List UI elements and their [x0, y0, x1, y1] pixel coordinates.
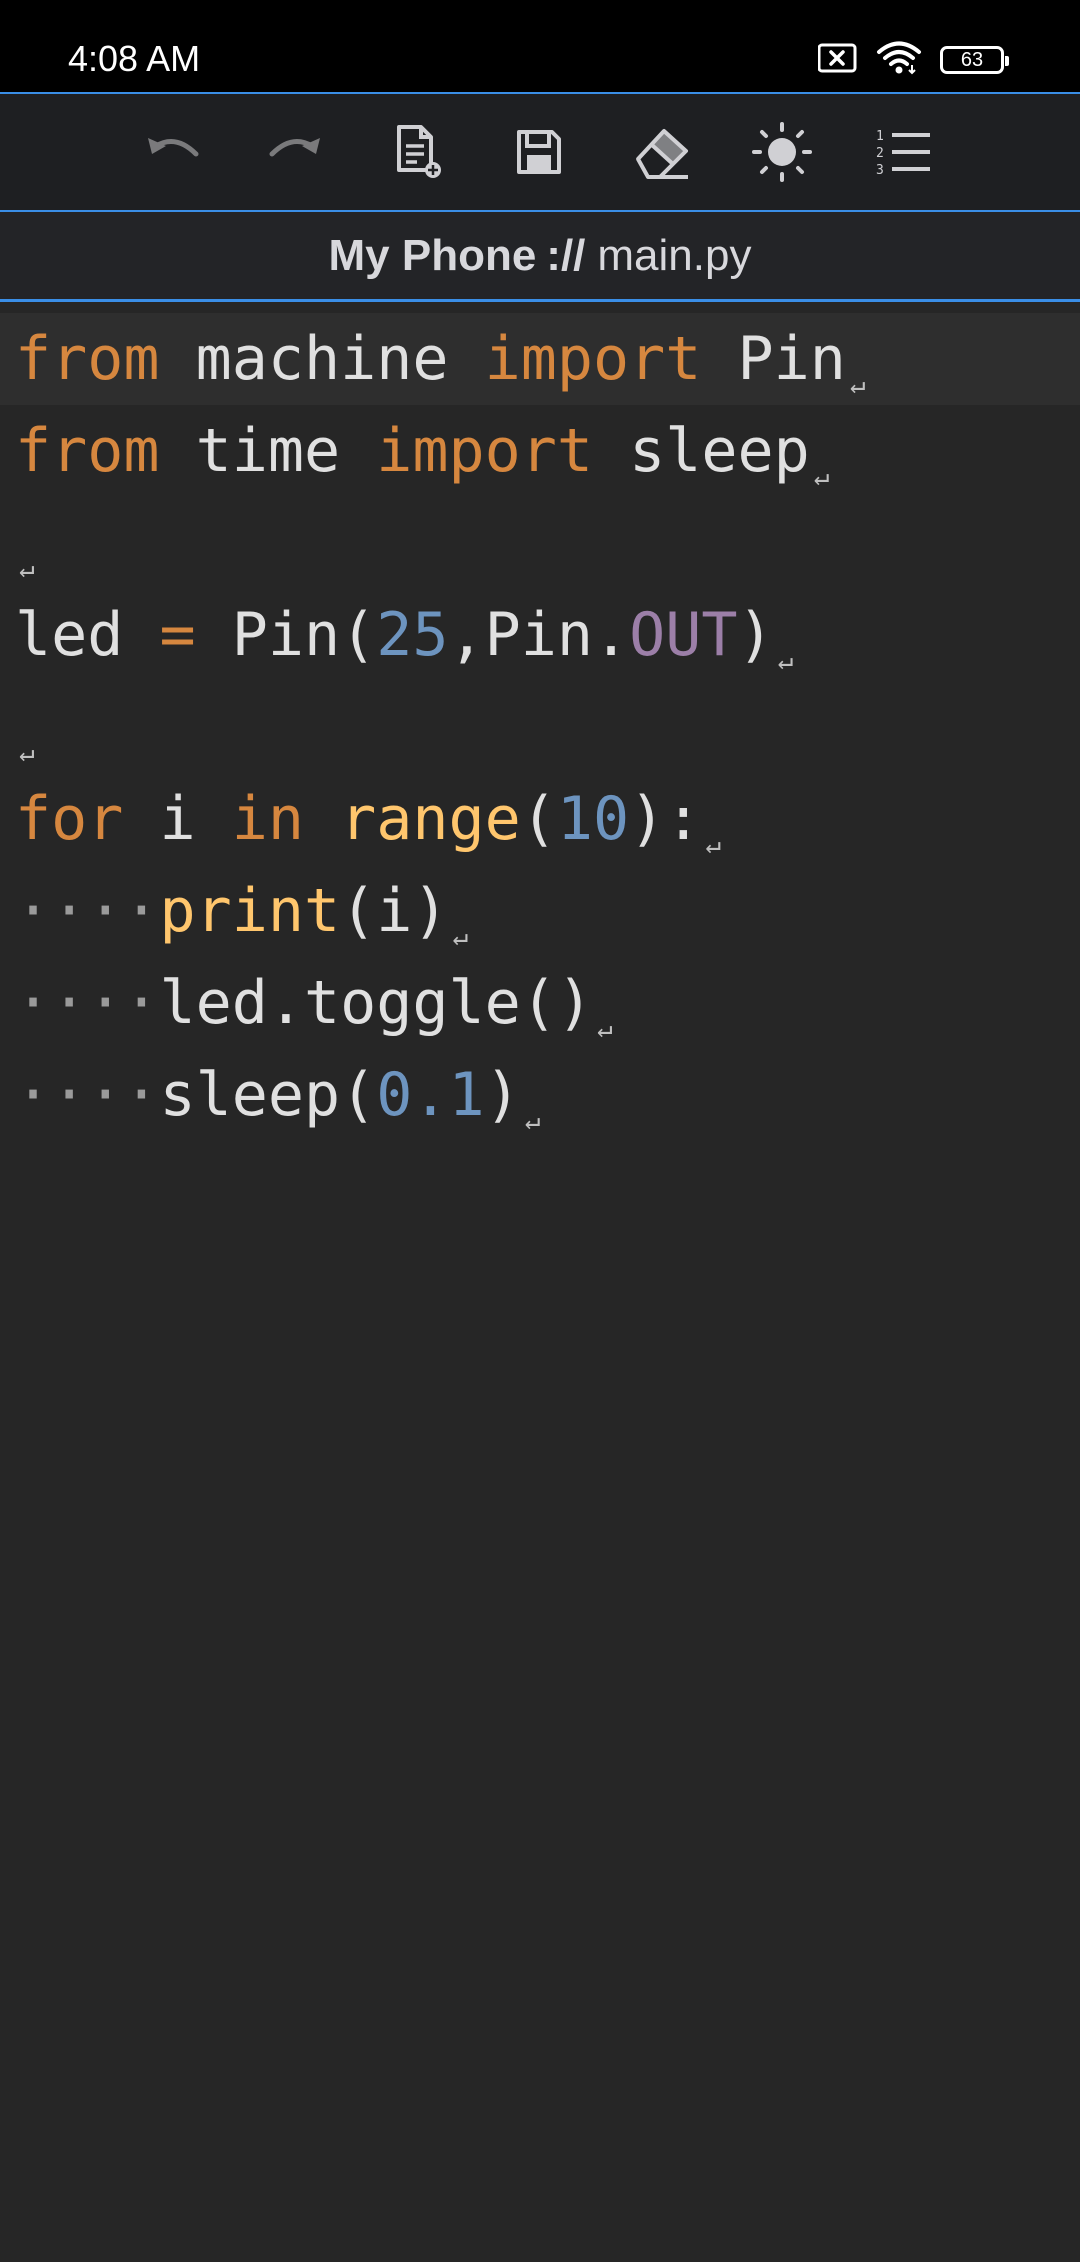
- wifi-icon: [876, 41, 922, 80]
- file-name: main.py: [597, 230, 752, 280]
- whitespace-marker: ····: [15, 968, 160, 1038]
- status-time: 4:08 AM: [68, 38, 201, 79]
- code-number: 25: [376, 600, 449, 670]
- eol-marker: ↵: [813, 462, 830, 492]
- line-numbers-icon[interactable]: 1 2 3: [868, 116, 940, 188]
- code-line-4[interactable]: led = Pin(25,Pin.OUT) ↵: [0, 589, 1080, 681]
- eraser-icon[interactable]: [625, 116, 697, 188]
- eol-marker: ↵: [705, 830, 722, 860]
- battery-icon: 63: [940, 46, 1009, 74]
- code-function: range: [340, 784, 521, 854]
- code-text: ,Pin.: [448, 600, 630, 670]
- redo-icon[interactable]: [258, 116, 330, 188]
- svg-text:2: 2: [876, 146, 884, 161]
- eol-marker: ↵: [19, 554, 35, 584]
- save-icon[interactable]: [503, 116, 575, 188]
- eol-marker: ↵: [849, 370, 866, 400]
- eol-marker: ↵: [777, 646, 794, 676]
- code-keyword: from: [15, 324, 160, 394]
- eol-marker: ↵: [524, 1106, 541, 1136]
- code-number: 10: [556, 784, 630, 854]
- whitespace-marker: ····: [15, 1060, 160, 1130]
- sim-off-icon: [817, 43, 858, 78]
- code-text: Pin(: [195, 600, 377, 670]
- code-editor[interactable]: from machine import Pin ↵ from time impor…: [0, 313, 1080, 2262]
- code-text: time: [159, 416, 377, 486]
- code-line-9[interactable]: ····sleep(0.1) ↵: [0, 1049, 1080, 1141]
- file-path-bar[interactable]: My Phone :// main.py: [0, 210, 1080, 302]
- path-separator: ://: [546, 230, 586, 280]
- whitespace-marker: ····: [15, 876, 160, 946]
- code-text: i: [123, 784, 232, 854]
- editor-toolbar: 1 2 3: [0, 92, 1080, 210]
- eol-marker: ↵: [596, 1014, 613, 1044]
- code-keyword: in: [231, 784, 304, 854]
- eol-marker: ↵: [452, 922, 469, 952]
- code-text: (: [520, 784, 557, 854]
- code-number: 0.1: [376, 1060, 485, 1130]
- code-text: ): [737, 600, 774, 670]
- code-function: print: [159, 876, 341, 946]
- new-file-icon[interactable]: [382, 116, 454, 188]
- svg-text:1: 1: [876, 129, 884, 144]
- code-line-1[interactable]: from machine import Pin ↵: [0, 313, 1080, 405]
- code-operator: =: [159, 600, 196, 670]
- brightness-icon[interactable]: [746, 116, 818, 188]
- status-icons: 63: [817, 41, 1009, 80]
- code-text: machine: [159, 324, 485, 394]
- code-line-7[interactable]: ····print(i) ↵: [0, 865, 1080, 957]
- code-keyword: import: [484, 324, 702, 394]
- status-bar: 4:08 AM 63: [0, 0, 1080, 92]
- code-keyword: import: [376, 416, 593, 486]
- device-name: My Phone: [328, 230, 537, 280]
- eol-marker: ↵: [19, 738, 35, 768]
- code-line-8[interactable]: ····led.toggle() ↵: [0, 957, 1080, 1049]
- code-text: Pin: [701, 324, 846, 394]
- code-text: ):: [629, 784, 702, 854]
- code-text: led: [15, 600, 160, 670]
- code-line-5[interactable]: ↵: [0, 681, 1080, 773]
- code-text: led.toggle(): [159, 968, 593, 1038]
- code-line-3[interactable]: ↵: [0, 497, 1080, 589]
- code-keyword: for: [15, 784, 124, 854]
- code-line-2[interactable]: from time import sleep ↵: [0, 405, 1080, 497]
- undo-icon[interactable]: [138, 116, 210, 188]
- code-text: sleep: [593, 416, 810, 486]
- svg-text:3: 3: [876, 163, 884, 178]
- code-text: sleep(: [159, 1060, 377, 1130]
- code-line-6[interactable]: for i in range(10): ↵: [0, 773, 1080, 865]
- code-keyword: from: [15, 416, 160, 486]
- code-text: ): [484, 1060, 521, 1130]
- code-text: (i): [340, 876, 449, 946]
- code-attribute: OUT: [629, 600, 738, 670]
